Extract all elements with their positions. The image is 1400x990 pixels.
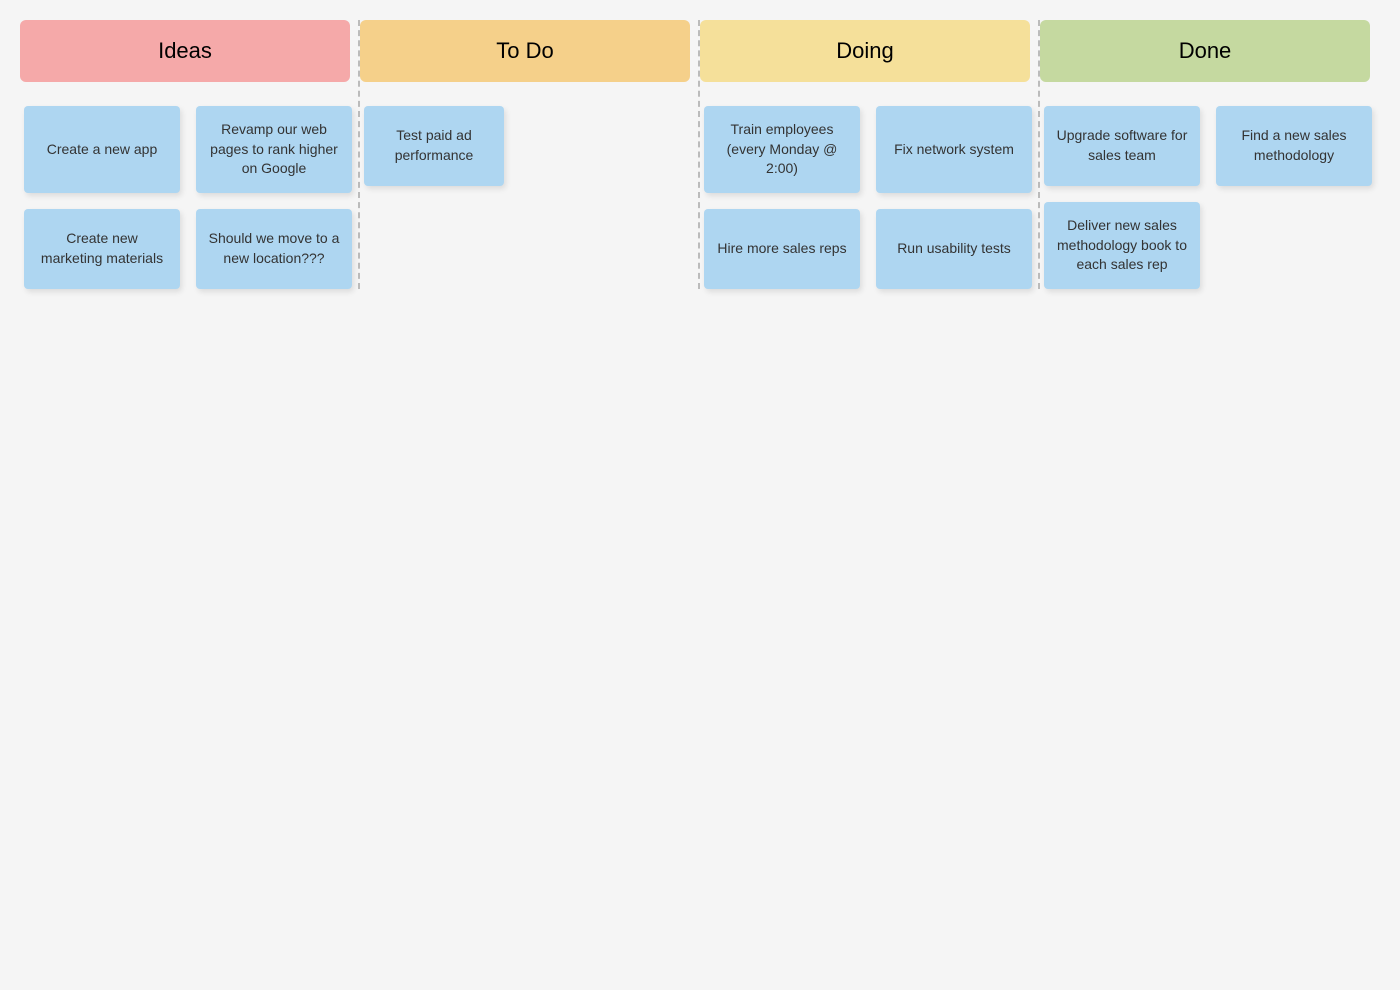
cards-area-ideas: Create a new appRevamp our web pages to … xyxy=(20,106,360,289)
kanban-board: Ideas Create a new appRevamp our web page… xyxy=(20,20,1380,289)
card-doing-3[interactable]: Hire more sales reps xyxy=(704,209,860,289)
card-done-2[interactable]: Find a new sales methodology xyxy=(1216,106,1372,186)
card-ideas-3[interactable]: Create new marketing materials xyxy=(24,209,180,289)
cards-area-done: Upgrade software for sales teamFind a ne… xyxy=(1040,106,1380,289)
column-header-todo: To Do xyxy=(360,20,690,82)
card-ideas-1[interactable]: Create a new app xyxy=(24,106,180,193)
card-doing-4[interactable]: Run usability tests xyxy=(876,209,1032,289)
column-done: Done Upgrade software for sales teamFind … xyxy=(1040,20,1380,289)
column-doing: Doing Train employees (every Monday @ 2:0… xyxy=(700,20,1040,289)
card-doing-1[interactable]: Train employees (every Monday @ 2:00) xyxy=(704,106,860,193)
card-ideas-2[interactable]: Revamp our web pages to rank higher on G… xyxy=(196,106,352,193)
card-todo-1[interactable]: Test paid ad performance xyxy=(364,106,504,186)
card-doing-2[interactable]: Fix network system xyxy=(876,106,1032,193)
column-ideas: Ideas Create a new appRevamp our web page… xyxy=(20,20,360,289)
column-header-done: Done xyxy=(1040,20,1370,82)
card-ideas-4[interactable]: Should we move to a new location??? xyxy=(196,209,352,289)
column-header-ideas: Ideas xyxy=(20,20,350,82)
column-header-doing: Doing xyxy=(700,20,1030,82)
card-done-3[interactable]: Deliver new sales methodology book to ea… xyxy=(1044,202,1200,289)
card-done-1[interactable]: Upgrade software for sales team xyxy=(1044,106,1200,186)
cards-area-todo: Test paid ad performance xyxy=(360,106,700,186)
column-todo: To Do Test paid ad performance xyxy=(360,20,700,289)
cards-area-doing: Train employees (every Monday @ 2:00)Fix… xyxy=(700,106,1040,289)
